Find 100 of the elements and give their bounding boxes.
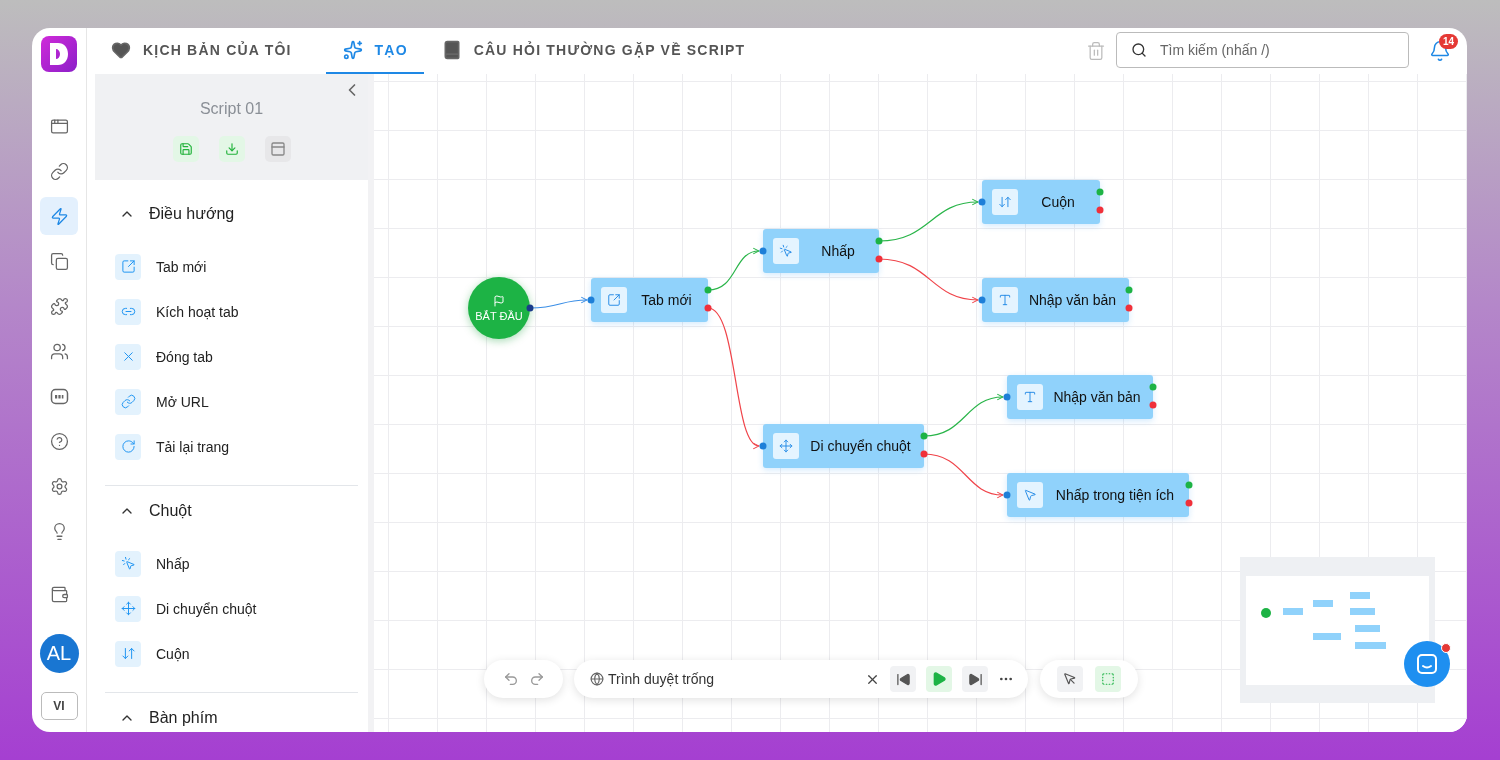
port-dot[interactable] [875,255,883,263]
user-avatar[interactable]: AL [39,634,79,673]
pointer-icon [1063,672,1077,686]
save-button[interactable] [172,136,199,162]
section-title[interactable]: Điều hướng [149,205,235,223]
flow-node[interactable]: Tab mới [591,278,708,322]
pointer-click-icon [779,244,793,258]
port-dot[interactable] [759,247,767,255]
flow-node[interactable]: Nhập văn bản [1007,375,1153,419]
previous-button[interactable] [890,666,916,692]
flow-node[interactable]: Di chuyển chuột [763,424,924,468]
language-button[interactable]: VI [40,692,78,720]
search-icon [1131,42,1147,58]
scroll-icon [120,646,136,661]
nav-tab[interactable]: CÂU HỎI THƯỜNG GẶP VỀ SCRIPT [441,28,762,74]
port-dot[interactable] [1096,188,1104,196]
port-dot[interactable] [978,296,986,304]
panel-icon [269,141,286,157]
node-label: Nhấp [820,243,856,259]
app-logo[interactable] [41,36,77,72]
action-item[interactable]: Tải lại trang [156,438,230,455]
nav-tab[interactable]: KỊCH BẢN CỦA TÔI [111,28,308,74]
link-icon [49,161,69,181]
wallet-icon [49,584,69,604]
port-dot[interactable] [1003,393,1011,401]
heart-icon [111,40,131,60]
port-dot[interactable] [704,286,712,294]
selection-icon [1101,672,1115,686]
download-icon [224,142,239,156]
minimap[interactable] [1240,557,1435,703]
skip-back-icon [895,671,911,687]
scroll-icon [998,195,1012,209]
port-dot[interactable] [1125,286,1133,294]
logo-icon [48,42,70,66]
layout-button[interactable] [264,136,291,162]
external-link-icon [120,259,136,274]
action-item[interactable]: Nhấp [156,555,190,572]
external-link-icon [607,293,621,307]
start-label: BẮT ĐẦU [475,309,523,322]
puzzle-icon [49,296,69,316]
browser-name[interactable]: Trình duyệt trống [608,671,715,687]
browser-icon [590,672,604,686]
port-dot[interactable] [1149,401,1157,409]
chat-icon [1416,653,1438,675]
pointer-tool-button[interactable] [1057,666,1083,692]
port-dot[interactable] [1003,491,1011,499]
copy-icon [49,251,69,271]
script-title: Script 01 [199,100,264,118]
rail-button[interactable] [40,197,78,235]
flow-node[interactable]: Nhập văn bản [982,278,1129,322]
undo-icon[interactable] [502,671,519,687]
flow-node[interactable]: Nhấp [763,229,879,273]
node-label: Cuộn [1040,194,1076,210]
port-dot[interactable] [1185,499,1193,507]
action-item[interactable]: Cuộn [156,645,190,662]
node-label: Tab mới [640,292,693,308]
chat-button[interactable] [1404,641,1450,687]
node-label: Nhập văn bản [1052,389,1142,405]
port-dot[interactable] [704,304,712,312]
port-dot[interactable] [526,304,534,312]
port-dot[interactable] [978,198,986,206]
pointer-icon [1023,488,1037,502]
search-field[interactable]: Tìm kiếm (nhấn /) [1116,32,1409,68]
port-dot[interactable] [587,296,595,304]
play-icon [931,671,947,687]
redo-icon[interactable] [528,671,545,687]
play-button[interactable] [926,666,952,692]
port-dot[interactable] [1125,304,1133,312]
action-item[interactable]: Đóng tab [156,348,213,365]
port-dot[interactable] [1149,383,1157,391]
lightning-icon [49,206,69,226]
port-dot[interactable] [1185,481,1193,489]
node-label: Di chuyển chuột [809,438,912,454]
text-icon [998,293,1012,307]
port-dot[interactable] [759,442,767,450]
notification-badge: 14 [1439,34,1459,49]
action-item[interactable]: Kích hoạt tab [156,303,239,320]
move-icon [779,439,793,453]
action-item[interactable]: Tab mới [156,258,207,275]
action-item[interactable]: Mở URL [156,393,209,410]
settings-icon [49,476,69,496]
move-icon [120,601,136,616]
flow-node[interactable]: Cuộn [982,180,1100,224]
skip-forward-icon [967,671,983,687]
section-title[interactable]: Chuột [149,502,192,520]
unread-dot [1441,643,1451,653]
port-dot[interactable] [920,450,928,458]
next-button[interactable] [962,666,988,692]
port-dot[interactable] [1096,206,1104,214]
sparkles-icon [342,40,363,60]
link-icon [120,394,136,409]
node-label: Nhấp trong tiện ích [1054,487,1176,503]
flag-icon [493,294,505,307]
port-dot[interactable] [875,237,883,245]
reload-icon [120,439,136,454]
flow-node[interactable]: Nhấp trong tiện ích [1007,473,1189,517]
port-dot[interactable] [920,432,928,440]
save-icon [178,142,193,156]
action-item[interactable]: Di chuyển chuột [156,600,257,617]
section-title[interactable]: Bàn phím [149,709,218,727]
